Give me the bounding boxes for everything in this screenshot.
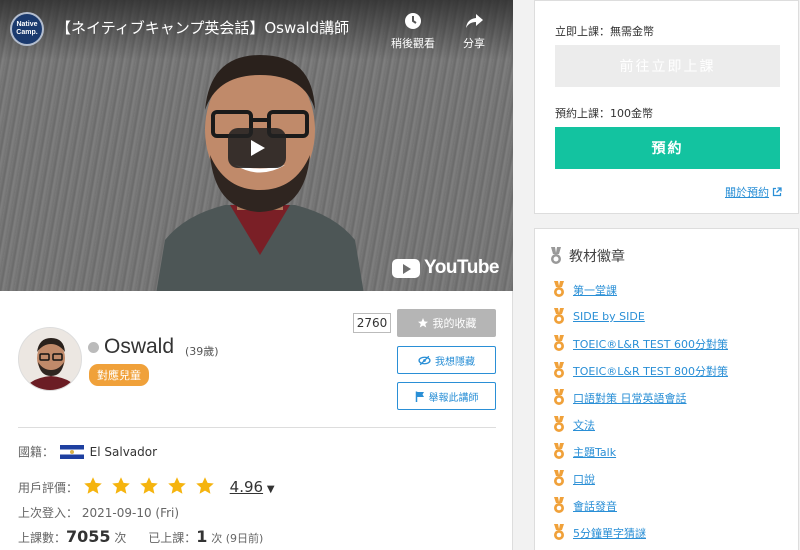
external-link-icon: [772, 187, 782, 197]
medal-icon: [554, 416, 564, 432]
last-login-label: 上次登入：: [18, 506, 79, 520]
caret-down-icon[interactable]: ▼: [267, 484, 275, 495]
avatar-photo: [19, 328, 81, 390]
youtube-wordmark: YouTube: [424, 257, 499, 278]
lessons-count: 7055: [66, 527, 111, 546]
badge-list-item: 5分鐘單字猜謎: [553, 519, 728, 546]
last-login-row: 上次登入： 2021-09-10 (Fri): [18, 504, 179, 521]
rating-row: 用戶評價： 4.96 ▼: [18, 476, 275, 499]
lesson-stats-row: 上課數：7055 次 已上課：1 次 (9日前): [18, 527, 263, 546]
badge-link[interactable]: SIDE by SIDE: [573, 310, 645, 323]
online-status-indicator: [88, 342, 99, 353]
favorite-count: 2760: [353, 313, 391, 333]
medal-icon: [554, 497, 564, 513]
badge-list-item: TOEIC®L&R TEST 800分對策: [553, 357, 728, 384]
teacher-age: (39歲): [185, 345, 219, 358]
badge-list-item: 第一堂課: [553, 276, 728, 303]
favorite-label: 我的收藏: [432, 317, 477, 330]
rating-star-icon: [140, 477, 158, 494]
last-login-value: 2021-09-10 (Fri): [81, 506, 180, 520]
rating-value[interactable]: 4.96: [230, 478, 263, 496]
about-booking-link[interactable]: 關於預約: [725, 184, 782, 200]
badge-list-item: SIDE by SIDE: [553, 303, 728, 330]
nationality-row: 國籍： El Salvador: [18, 443, 157, 460]
medal-icon: [554, 362, 564, 378]
reserve-lesson-label: 預約上課：100金幣: [555, 107, 653, 120]
kids-support-badge: 對應兒童: [89, 364, 149, 386]
video-title[interactable]: 【ネイティブキャンプ英会話】Oswald講師: [56, 17, 349, 38]
badge-list-item: 會話發音: [553, 492, 728, 519]
play-button[interactable]: [228, 128, 286, 168]
medal-icon: [554, 335, 564, 351]
taken-unit: 次 (9日前): [211, 532, 264, 545]
report-teacher-button[interactable]: 舉報此講師: [397, 382, 496, 410]
flag-icon: [415, 391, 424, 402]
reserve-button[interactable]: 預約: [555, 127, 780, 169]
badge-link[interactable]: 第一堂課: [573, 282, 617, 298]
about-booking-label: 關於預約: [725, 186, 769, 199]
badge-link[interactable]: 文法: [573, 417, 595, 433]
hide-teacher-label: 我想隱藏: [435, 356, 475, 368]
taken-count: 1: [196, 527, 208, 546]
rating-star-icon: [84, 477, 102, 494]
el-salvador-flag-icon: [59, 445, 84, 459]
profile-divider: [18, 427, 496, 428]
medal-icon: [554, 524, 564, 540]
lessons-label: 上課數：: [18, 531, 67, 545]
share-button[interactable]: 分享: [444, 11, 504, 51]
medal-icon: [551, 247, 561, 264]
clock-icon: [405, 13, 421, 29]
medal-icon: [554, 389, 564, 405]
hide-teacher-button[interactable]: 我想隱藏: [397, 346, 496, 374]
badge-list-item: 口語對策 日常英語會話: [553, 384, 728, 411]
badge-list-item: 文法: [553, 411, 728, 438]
badge-link[interactable]: 主題Talk: [573, 444, 616, 460]
badge-list-item: 口說: [553, 465, 728, 492]
eye-slash-icon: [418, 355, 431, 365]
share-arrow-icon: [466, 14, 483, 28]
badge-link[interactable]: 會話發音: [573, 498, 617, 514]
taken-label: 已上課：: [148, 531, 197, 545]
avatar: [18, 327, 82, 391]
instant-lesson-button[interactable]: 前往立即上課: [555, 45, 780, 87]
video-player[interactable]: Native Camp. 【ネイティブキャンプ英会話】Oswald講師 稍後觀看…: [0, 0, 513, 291]
badge-link[interactable]: 5分鐘單字猜謎: [573, 525, 646, 541]
badge-link[interactable]: TOEIC®L&R TEST 800分對策: [573, 363, 728, 379]
youtube-logo[interactable]: YouTube: [392, 257, 499, 279]
favorite-button[interactable]: 我的收藏: [397, 309, 496, 337]
badge-list-item: TOEIC®L&R TEST 600分對策: [553, 330, 728, 357]
badges-title: 教材徽章: [569, 249, 625, 265]
rating-star-icon: [112, 477, 130, 494]
star-icon: [417, 318, 428, 328]
rating-star-icon: [168, 477, 186, 494]
medal-icon: [554, 470, 564, 486]
rating-star-icon: [196, 477, 214, 494]
report-teacher-label: 舉報此講師: [428, 392, 479, 404]
rating-stars: [82, 476, 222, 499]
badge-link[interactable]: 口語對策 日常英語會話: [573, 390, 687, 406]
youtube-play-icon: [392, 258, 421, 278]
teacher-name: Oswald: [104, 335, 175, 358]
nationality-label: 國籍：: [18, 445, 55, 459]
badge-list: 第一堂課 SIDE by SIDE TOEIC®L&R TEST 600分對策 TOE…: [553, 276, 728, 546]
share-label: 分享: [463, 37, 485, 50]
badge-link[interactable]: 口說: [573, 471, 595, 487]
medal-icon: [554, 308, 564, 324]
teacher-profile-card: Oswald (39歲) 對應兒童 2760 我的收藏 我想隱藏 舉報此講師 國…: [0, 291, 513, 550]
medal-icon: [554, 281, 564, 297]
watch-later-label: 稍後觀看: [391, 37, 435, 50]
badges-heading: 教材徽章: [549, 246, 625, 266]
instant-lesson-label: 立即上課：無需金幣: [555, 25, 654, 38]
badge-list-item: 主題Talk: [553, 438, 728, 465]
lessons-unit: 次: [114, 531, 127, 545]
watch-later-button[interactable]: 稍後觀看: [383, 11, 443, 51]
rating-label: 用戶評價：: [18, 481, 79, 495]
booking-card: 立即上課：無需金幣 前往立即上課 預約上課：100金幣 預約 關於預約: [534, 0, 799, 214]
material-badges-card: 教材徽章 第一堂課 SIDE by SIDE TOEIC®L&R TEST 600分…: [534, 228, 799, 550]
channel-logo[interactable]: Native Camp.: [10, 12, 44, 46]
badge-link[interactable]: TOEIC®L&R TEST 600分對策: [573, 336, 728, 352]
medal-icon: [554, 443, 564, 459]
nationality-value: El Salvador: [89, 445, 158, 459]
